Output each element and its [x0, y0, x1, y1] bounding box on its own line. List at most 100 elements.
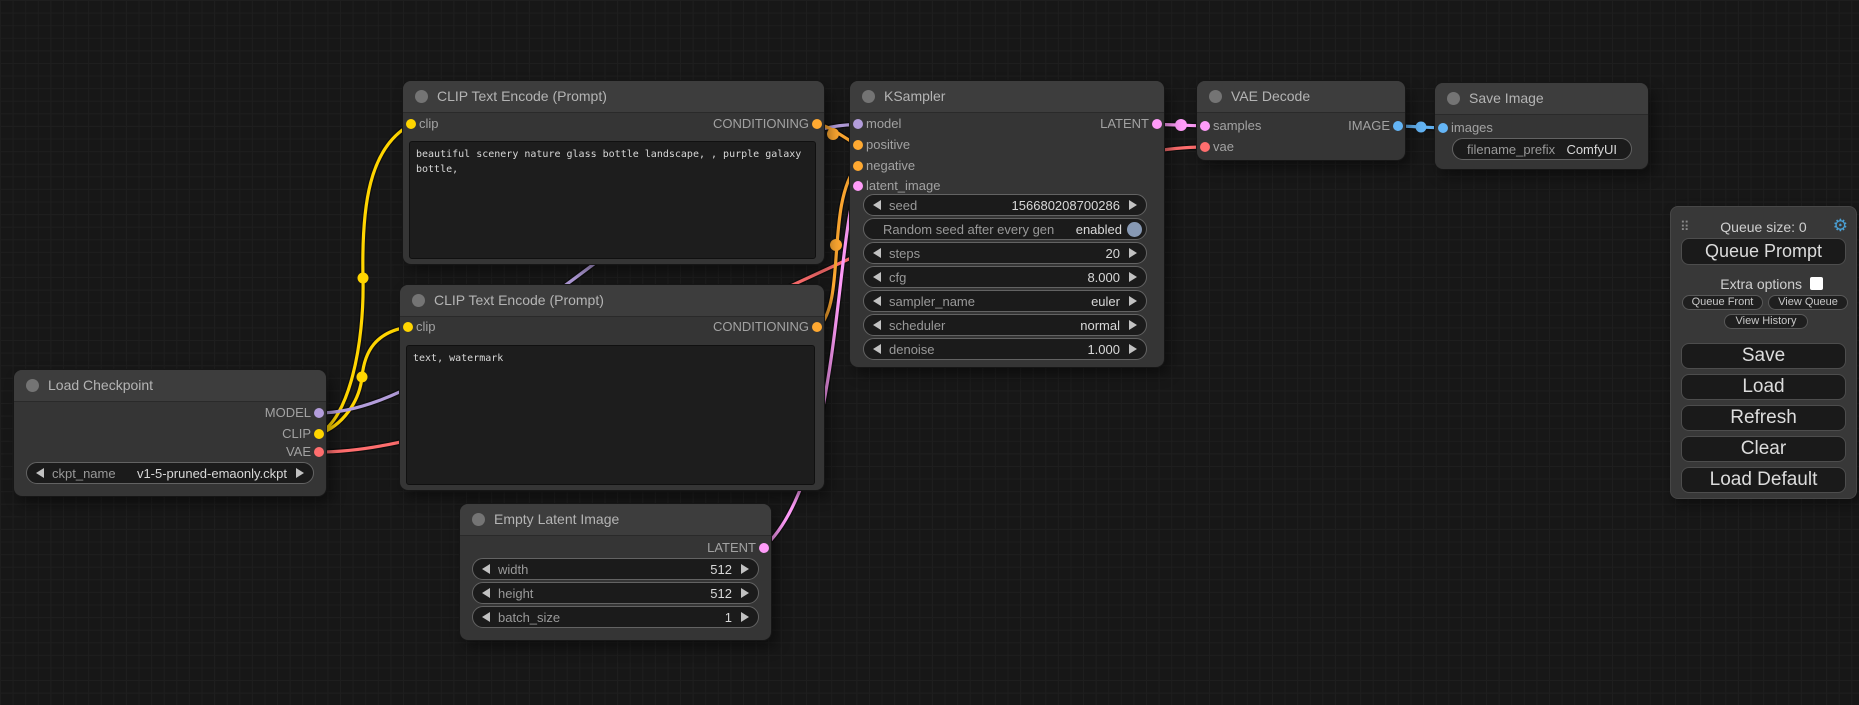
increment-arrow-icon[interactable] — [1129, 200, 1137, 210]
vae-slot-dot[interactable] — [1200, 142, 1210, 152]
node-title-bar[interactable]: Empty Latent Image — [460, 504, 771, 536]
image-slot-dot[interactable] — [1393, 121, 1403, 131]
random-seed-toggle-widget[interactable]: Random seed after every gen enabled — [863, 218, 1147, 240]
decrement-arrow-icon[interactable] — [873, 344, 881, 354]
model-slot-dot[interactable] — [314, 408, 324, 418]
steps-widget[interactable]: steps 20 — [863, 242, 1147, 264]
increment-arrow-icon[interactable] — [741, 588, 749, 598]
output-slot-image: IMAGE — [1348, 118, 1390, 133]
clip-slot-dot[interactable] — [403, 322, 413, 332]
node-title: VAE Decode — [1231, 88, 1310, 104]
node-collapse-dot[interactable] — [412, 294, 425, 307]
link-midpoint-dot — [1416, 122, 1427, 133]
node-clip-text-encode-negative[interactable]: CLIP Text Encode (Prompt) clip CONDITION… — [400, 285, 824, 490]
latent-slot-dot[interactable] — [1152, 119, 1162, 129]
decrement-arrow-icon[interactable] — [873, 272, 881, 282]
decrement-arrow-icon[interactable] — [482, 612, 490, 622]
ckpt-name-widget[interactable]: ckpt_name v1-5-pruned-emaonly.ckpt — [26, 462, 314, 484]
scheduler-widget[interactable]: scheduler normal — [863, 314, 1147, 336]
node-title: Empty Latent Image — [494, 511, 619, 527]
batch-size-widget[interactable]: batch_size 1 — [472, 606, 759, 628]
increment-arrow-icon[interactable] — [1129, 296, 1137, 306]
save-button[interactable]: Save — [1681, 343, 1846, 369]
increment-arrow-icon[interactable] — [1129, 344, 1137, 354]
input-slot-positive: positive — [866, 137, 910, 152]
latent-image-slot-dot[interactable] — [853, 181, 863, 191]
latent-slot-dot[interactable] — [759, 543, 769, 553]
positive-slot-dot[interactable] — [853, 140, 863, 150]
seed-widget[interactable]: seed 156680208700286 — [863, 194, 1147, 216]
node-title-bar[interactable]: CLIP Text Encode (Prompt) — [400, 285, 824, 317]
prompt-textarea[interactable]: text, watermark — [406, 345, 815, 485]
load-button[interactable]: Load — [1681, 374, 1846, 400]
node-title-bar[interactable]: Save Image — [1435, 83, 1648, 115]
denoise-widget[interactable]: denoise 1.000 — [863, 338, 1147, 360]
decrement-arrow-icon[interactable] — [482, 588, 490, 598]
node-title-bar[interactable]: VAE Decode — [1197, 81, 1405, 113]
node-vae-decode[interactable]: VAE Decode samples vae IMAGE — [1197, 81, 1405, 160]
height-widget[interactable]: height 512 — [472, 582, 759, 604]
decrement-arrow-icon[interactable] — [36, 468, 44, 478]
negative-slot-dot[interactable] — [853, 161, 863, 171]
increment-arrow-icon[interactable] — [1129, 272, 1137, 282]
conditioning-slot-dot[interactable] — [812, 119, 822, 129]
link-midpoint-dot — [827, 128, 839, 140]
clip-slot-dot[interactable] — [314, 429, 324, 439]
decrement-arrow-icon[interactable] — [873, 296, 881, 306]
output-slot-conditioning: CONDITIONING — [713, 116, 809, 131]
vae-slot-dot[interactable] — [314, 447, 324, 457]
node-save-image[interactable]: Save Image images filename_prefix ComfyU… — [1435, 83, 1648, 169]
link-midpoint-dot — [830, 239, 842, 251]
node-collapse-dot[interactable] — [472, 513, 485, 526]
decrement-arrow-icon[interactable] — [482, 564, 490, 574]
node-title-bar[interactable]: KSampler — [850, 81, 1164, 113]
extra-options-label: Extra options — [1720, 276, 1802, 292]
node-load-checkpoint[interactable]: Load Checkpoint MODEL CLIP VAE ckpt_name… — [14, 370, 326, 496]
increment-arrow-icon[interactable] — [1129, 248, 1137, 258]
model-slot-dot[interactable] — [853, 119, 863, 129]
filename-prefix-widget[interactable]: filename_prefix ComfyUI — [1452, 138, 1632, 160]
cfg-widget[interactable]: cfg 8.000 — [863, 266, 1147, 288]
increment-arrow-icon[interactable] — [296, 468, 304, 478]
queue-panel: ⠿ Queue size: 0 ⚙ Queue Prompt Extra opt… — [1670, 206, 1857, 499]
clear-button[interactable]: Clear — [1681, 436, 1846, 462]
node-empty-latent-image[interactable]: Empty Latent Image LATENT width 512 heig… — [460, 504, 771, 640]
increment-arrow-icon[interactable] — [741, 564, 749, 574]
queue-front-button[interactable]: Queue Front — [1682, 295, 1763, 310]
samples-slot-dot[interactable] — [1200, 121, 1210, 131]
node-ksampler[interactable]: KSampler model positive negative latent_… — [850, 81, 1164, 367]
gear-icon[interactable]: ⚙ — [1833, 216, 1848, 236]
sampler-name-widget[interactable]: sampler_name euler — [863, 290, 1147, 312]
node-collapse-dot[interactable] — [862, 90, 875, 103]
decrement-arrow-icon[interactable] — [873, 200, 881, 210]
prompt-textarea[interactable]: beautiful scenery nature glass bottle la… — [409, 141, 816, 259]
refresh-button[interactable]: Refresh — [1681, 405, 1846, 431]
load-default-button[interactable]: Load Default — [1681, 467, 1846, 493]
node-collapse-dot[interactable] — [415, 90, 428, 103]
conditioning-slot-dot[interactable] — [812, 322, 822, 332]
node-title: CLIP Text Encode (Prompt) — [437, 88, 607, 104]
node-title-bar[interactable]: CLIP Text Encode (Prompt) — [403, 81, 824, 113]
node-collapse-dot[interactable] — [1447, 92, 1460, 105]
queue-prompt-button[interactable]: Queue Prompt — [1681, 238, 1846, 265]
view-queue-button[interactable]: View Queue — [1768, 295, 1848, 310]
node-title-bar[interactable]: Load Checkpoint — [14, 370, 326, 402]
toggle-knob[interactable] — [1127, 222, 1142, 237]
extra-options-checkbox[interactable] — [1810, 277, 1823, 290]
decrement-arrow-icon[interactable] — [873, 320, 881, 330]
decrement-arrow-icon[interactable] — [873, 248, 881, 258]
node-title: Load Checkpoint — [48, 377, 153, 393]
node-collapse-dot[interactable] — [26, 379, 39, 392]
increment-arrow-icon[interactable] — [741, 612, 749, 622]
input-slot-clip: clip — [419, 116, 439, 131]
node-clip-text-encode-positive[interactable]: CLIP Text Encode (Prompt) clip CONDITION… — [403, 81, 824, 264]
images-slot-dot[interactable] — [1438, 123, 1448, 133]
width-widget[interactable]: width 512 — [472, 558, 759, 580]
output-slot-clip: CLIP — [282, 426, 311, 441]
clip-slot-dot[interactable] — [406, 119, 416, 129]
increment-arrow-icon[interactable] — [1129, 320, 1137, 330]
node-collapse-dot[interactable] — [1209, 90, 1222, 103]
view-history-button[interactable]: View History — [1724, 314, 1808, 329]
widget-label: ckpt_name — [52, 466, 116, 481]
output-slot-vae: VAE — [286, 444, 311, 459]
